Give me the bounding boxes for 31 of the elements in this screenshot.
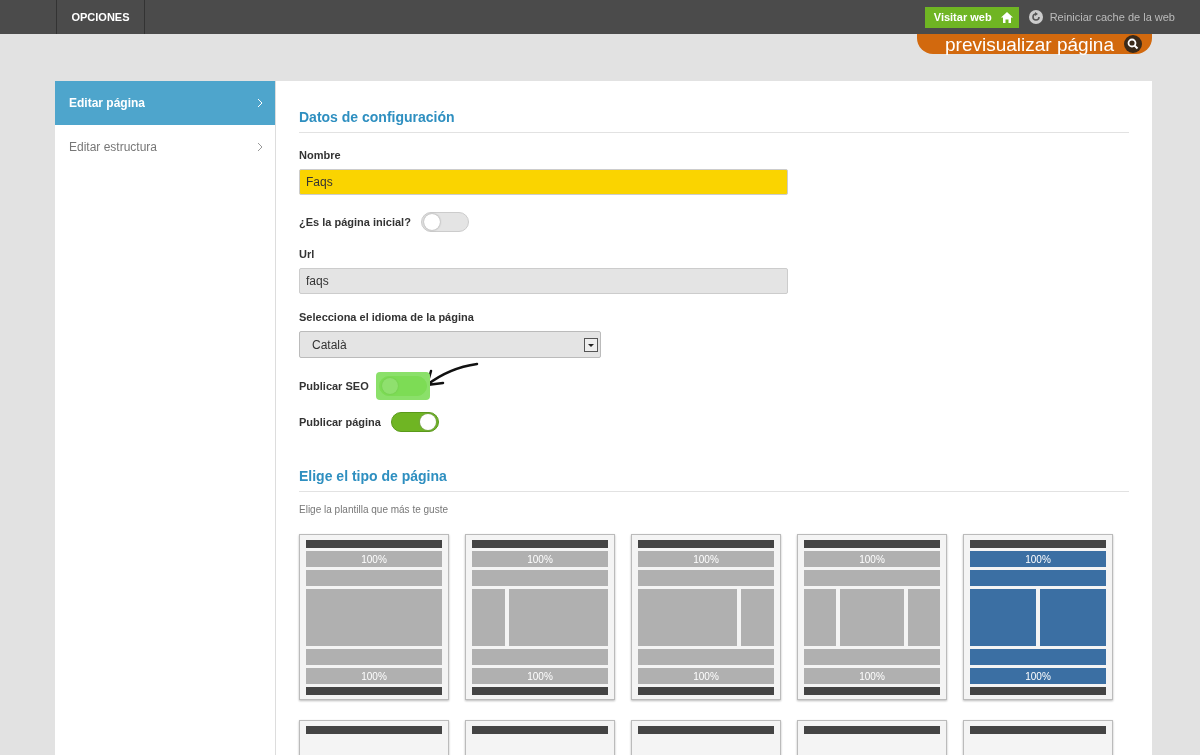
section-heading: Elige el tipo de página <box>299 468 448 484</box>
language-select[interactable]: Català <box>299 331 601 358</box>
layout-template[interactable] <box>963 720 1113 755</box>
layout-template[interactable]: 100% 100% <box>963 534 1113 700</box>
layout-template[interactable] <box>465 720 615 755</box>
chevron-icon <box>257 98 263 108</box>
field-label: Nombre <box>299 149 342 161</box>
visit-web-button[interactable]: Visitar web <box>924 6 1019 28</box>
field-label: Url <box>299 248 316 260</box>
home-icon <box>1000 11 1013 23</box>
publish-toggle[interactable] <box>390 412 439 432</box>
dropdown-icon <box>584 337 598 352</box>
preview-page-button[interactable]: previsualizar página <box>917 34 1152 54</box>
field-label: Publicar SEO <box>299 380 369 392</box>
field-label: Publicar página <box>299 416 381 428</box>
section-heading: Datos de configuración <box>299 109 456 125</box>
refresh-icon <box>1028 10 1043 24</box>
reset-cache-link[interactable]: Reiniciar cache de la web <box>1049 11 1175 23</box>
field-label: ¿Es la página inicial? <box>299 216 411 228</box>
layout-template[interactable] <box>797 720 947 755</box>
home-page-toggle[interactable] <box>420 212 469 232</box>
field-label: Selecciona el idioma de la página <box>299 311 475 323</box>
layout-template[interactable] <box>299 720 449 755</box>
search-icon <box>1124 35 1142 53</box>
url-field[interactable]: faqs <box>299 268 788 294</box>
hint-text: Elige la plantilla que más te guste <box>299 504 449 515</box>
chevron-icon <box>257 142 263 152</box>
sidebar-item[interactable]: Editar página <box>55 81 275 125</box>
options-menu[interactable]: OPCIONES <box>56 0 145 34</box>
layout-template[interactable] <box>631 720 781 755</box>
name-field[interactable]: Faqs <box>299 169 788 195</box>
